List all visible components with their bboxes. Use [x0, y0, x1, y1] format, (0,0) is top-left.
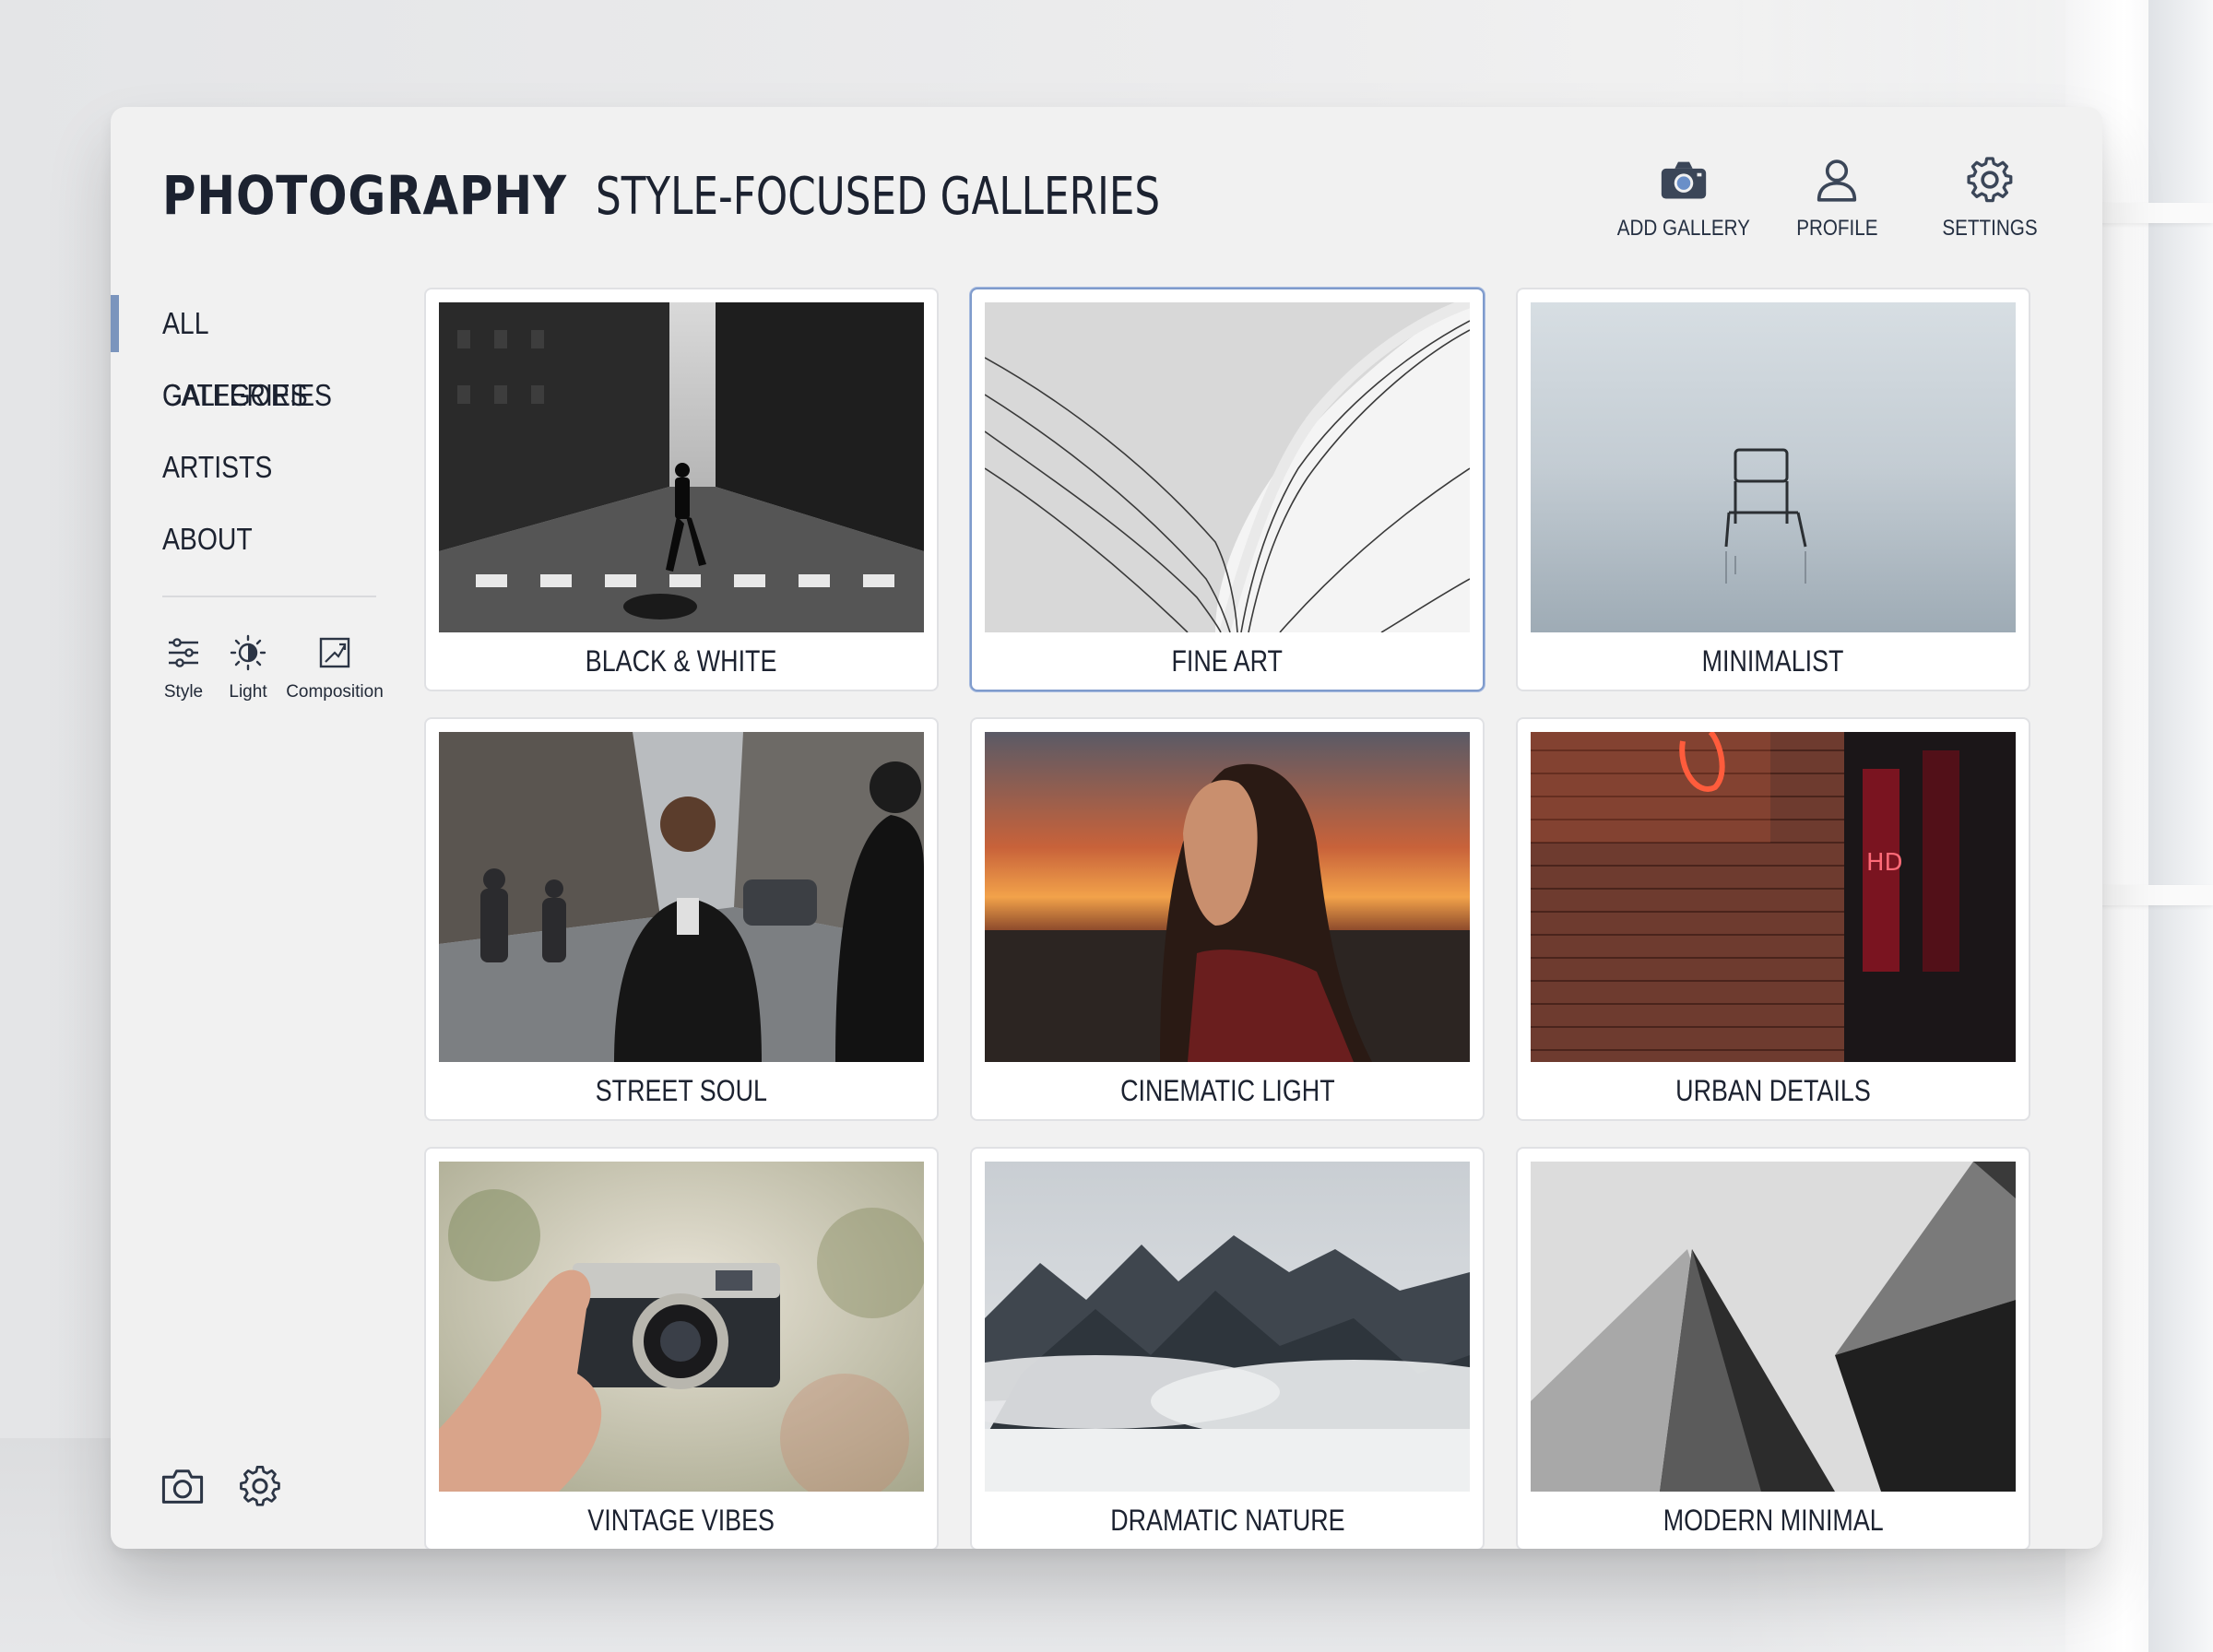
user-icon: [1817, 159, 1857, 202]
add-gallery-button[interactable]: ADD GALLERY: [1616, 153, 1751, 242]
gallery-thumbnail: [439, 732, 924, 1062]
sidebar-item-label: CATEGORIES: [162, 378, 332, 412]
gallery-card-fine-art[interactable]: FINE ART: [970, 288, 1485, 691]
gear-icon[interactable]: [236, 1462, 284, 1510]
gallery-card-street-soul[interactable]: STREET SOUL: [424, 717, 939, 1121]
gallery-title: FINE ART: [1171, 644, 1284, 678]
camera-icon: [1661, 161, 1707, 199]
style-filter-button[interactable]: Style: [155, 634, 212, 702]
gallery-card-urban-details[interactable]: HD URBAN DETAILS: [1516, 717, 2030, 1121]
gallery-thumbnail: [1531, 1162, 2016, 1492]
gallery-title: VINTAGE VIBES: [587, 1504, 775, 1537]
camera-icon[interactable]: [159, 1462, 207, 1510]
gallery-title: MODERN MINIMAL: [1663, 1504, 1884, 1537]
settings-button[interactable]: SETTINGS: [1925, 153, 2054, 242]
gallery-card-modern-minimal[interactable]: MODERN MINIMAL: [1516, 1147, 2030, 1549]
gear-icon: [1967, 157, 2013, 203]
app-panel: PHOTOGRAPHY STYLE-FOCUSED GALLERIES ADD …: [111, 107, 2102, 1549]
gallery-title: MINIMALIST: [1702, 644, 1844, 678]
gallery-card-black-white[interactable]: BLACK & WHITE: [424, 288, 939, 691]
room-window-glass: [2148, 0, 2213, 1652]
profile-label: PROFILE: [1795, 216, 1878, 241]
gallery-card-cinematic-light[interactable]: CINEMATIC LIGHT: [970, 717, 1485, 1121]
gallery-title: DRAMATIC NATURE: [1109, 1504, 1345, 1537]
sidebar-item-all-galleries[interactable]: ALL GALLERIES: [111, 288, 387, 412]
svg-text:HD: HD: [1866, 849, 1903, 877]
gallery-thumbnail: HD: [1531, 732, 2016, 1062]
add-gallery-label: ADD GALLERY: [1616, 216, 1751, 241]
gallery-title: BLACK & WHITE: [586, 644, 777, 678]
gallery-title: STREET SOUL: [595, 1074, 768, 1107]
composition-filter-label: Composition: [286, 682, 384, 702]
light-filter-button[interactable]: Light: [219, 634, 277, 702]
gallery-card-vintage-vibes[interactable]: VINTAGE VIBES: [424, 1147, 939, 1549]
gallery-thumbnail: [985, 302, 1470, 632]
top-actions: ADD GALLERY PROFILE SETTINGS: [1616, 153, 2054, 242]
sidebar-item-label: ABOUT: [162, 522, 253, 556]
gallery-thumbnail: [985, 1162, 1470, 1492]
gallery-card-minimalist[interactable]: MINIMALIST: [1516, 288, 2030, 691]
sidebar-item-about[interactable]: ABOUT: [111, 503, 387, 575]
gallery-title: URBAN DETAILS: [1675, 1074, 1871, 1107]
gallery-thumbnail: [439, 302, 924, 632]
composition-filter-button[interactable]: Composition: [284, 634, 385, 702]
sidebar-divider: [162, 596, 376, 597]
sidebar-item-categories[interactable]: CATEGORIES: [111, 360, 387, 431]
light-filter-label: Light: [229, 682, 267, 702]
page-title: PHOTOGRAPHY: [162, 164, 567, 227]
gallery-thumbnail: [439, 1162, 924, 1492]
contrast-icon: [230, 634, 266, 671]
style-filter-label: Style: [163, 682, 204, 702]
page-header: PHOTOGRAPHY STYLE-FOCUSED GALLERIES: [162, 164, 1320, 227]
page-subtitle: STYLE-FOCUSED GALLERIES: [596, 167, 1161, 227]
crop-frame-icon: [319, 637, 350, 668]
sidebar-footer: [159, 1462, 284, 1510]
gallery-thumbnail: [1531, 302, 2016, 632]
filter-tools: Style Light Composition: [155, 634, 385, 702]
gallery-title: CINEMATIC LIGHT: [1119, 1074, 1335, 1107]
sidebar-item-artists[interactable]: ARTISTS: [111, 431, 387, 503]
sidebar-item-label: ARTISTS: [162, 450, 273, 484]
sliders-icon: [169, 638, 198, 667]
gallery-card-dramatic-nature[interactable]: DRAMATIC NATURE: [970, 1147, 1485, 1549]
gallery-thumbnail: [985, 732, 1470, 1062]
settings-label: SETTINGS: [1942, 216, 2038, 241]
sidebar-nav: ALL GALLERIES CATEGORIES ARTISTS ABOUT: [111, 288, 387, 575]
gallery-grid: BLACK & WHITE FINE ART MINIMALIST STREET…: [424, 288, 2067, 1549]
profile-button[interactable]: PROFILE: [1772, 153, 1901, 242]
